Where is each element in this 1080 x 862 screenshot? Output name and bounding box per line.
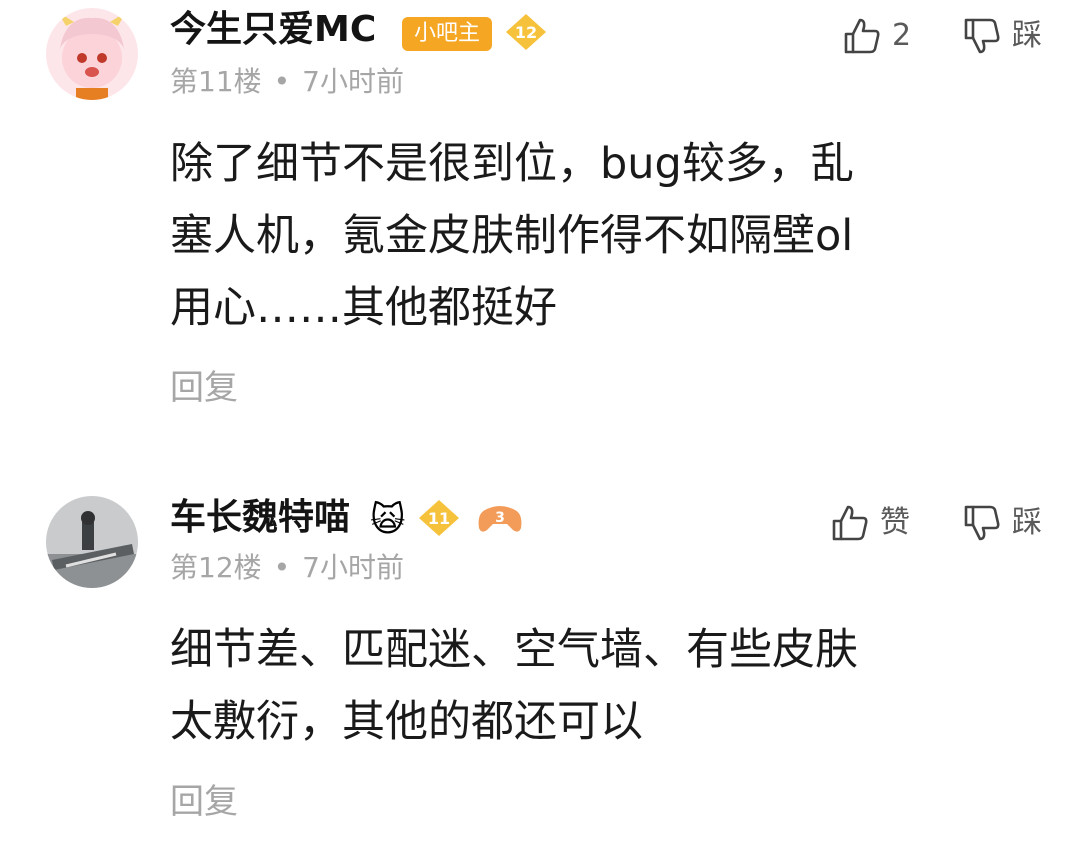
anime-girl-avatar-icon: [46, 8, 138, 100]
timestamp: 7小时前: [302, 551, 404, 584]
comment-content: 除了细节不是很到位，bug较多，乱 塞人机，氪金皮肤制作得不如隔壁ol 用心………: [170, 128, 1050, 344]
extra-badge-number: 3: [496, 510, 506, 526]
level-badge: 12: [504, 12, 548, 56]
username[interactable]: 今生只爱MC: [170, 8, 376, 52]
content-line: 塞人机，氪金皮肤制作得不如隔壁ol: [170, 211, 854, 261]
emoji-scared-cat: 🙀: [370, 500, 406, 540]
role-badge: 小吧主: [402, 17, 493, 51]
avatar[interactable]: [46, 8, 138, 100]
level-number: 11: [428, 509, 450, 528]
thumbs-down-icon: [964, 18, 1000, 54]
level-badge: 11: [417, 498, 461, 542]
separator: •: [273, 551, 291, 584]
timestamp: 7小时前: [302, 65, 404, 98]
dislike-label: 踩: [1012, 505, 1042, 540]
floor-number: 第11楼: [170, 65, 262, 98]
like-label: 2: [892, 18, 912, 53]
tank-photo-avatar-icon: [46, 496, 138, 588]
like-label: 赞: [880, 505, 910, 540]
thumbs-down-icon: [964, 505, 1000, 541]
reply-button[interactable]: 回复: [170, 368, 238, 408]
level-number: 12: [515, 23, 537, 42]
separator: •: [273, 65, 291, 98]
comment-meta: 第11楼 • 7小时前: [170, 64, 404, 100]
thumbs-up-icon: [832, 505, 868, 541]
content-line: 太敷衍，其他的都还可以: [170, 697, 643, 747]
gamepad-badge-icon: 3: [477, 500, 523, 540]
floor-number: 第12楼: [170, 551, 262, 584]
content-line: 用心……其他都挺好: [170, 283, 557, 333]
comment-content: 细节差、匹配迷、空气墙、有些皮肤 太敷衍，其他的都还可以: [170, 614, 1050, 758]
username[interactable]: 车长魏特喵: [170, 496, 350, 540]
user-badges: 🙀 11 3: [370, 498, 523, 542]
dislike-label: 踩: [1012, 18, 1042, 53]
thumbs-up-icon: [844, 18, 880, 54]
reply-button[interactable]: 回复: [170, 782, 238, 822]
comment-meta: 第12楼 • 7小时前: [170, 550, 404, 586]
content-line: 细节差、匹配迷、空气墙、有些皮肤: [170, 625, 858, 675]
content-line: 除了细节不是很到位，bug较多，乱: [170, 139, 854, 189]
dislike-button[interactable]: 踩: [962, 503, 1042, 543]
user-badges: 小吧主 12: [402, 12, 556, 56]
avatar[interactable]: [46, 496, 138, 588]
like-button[interactable]: 赞: [830, 503, 910, 543]
like-button[interactable]: 2: [842, 16, 911, 56]
dislike-button[interactable]: 踩: [962, 16, 1042, 56]
